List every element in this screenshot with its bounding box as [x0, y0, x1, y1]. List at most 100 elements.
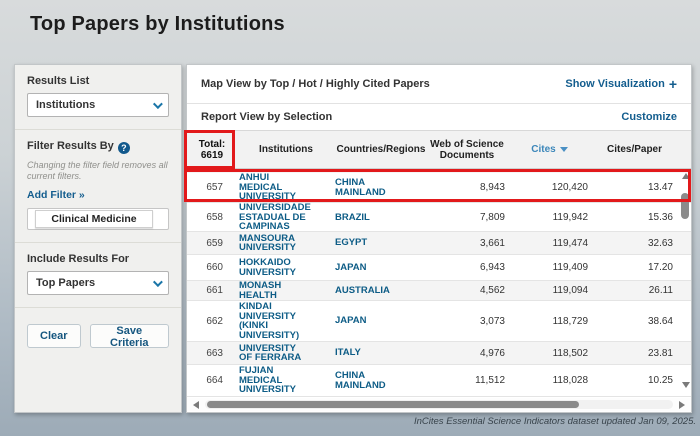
table-row[interactable]: 662 KINDAI UNIVERSITY (KINKI UNIVERSITY)… [187, 301, 691, 342]
results-list-label: Results List [27, 75, 169, 87]
row-rank: 662 [187, 316, 237, 327]
results-list-section: Results List Institutions [15, 65, 181, 130]
customize-link[interactable]: Customize [621, 111, 677, 123]
table-header: Total: 6619 Institutions Countries/Regio… [187, 131, 691, 169]
cites-value: 119,474 [507, 238, 592, 249]
chevron-down-icon [153, 99, 163, 109]
cites-per-paper-value: 17.20 [592, 262, 677, 273]
sidebar: Results List Institutions Filter Results… [14, 64, 182, 413]
column-header-cites-per-paper[interactable]: Cites/Paper [592, 144, 677, 155]
map-view-title: Map View by Top / Hot / Highly Cited Pap… [201, 78, 430, 90]
main-panel: Map View by Top / Hot / Highly Cited Pap… [186, 64, 692, 413]
table-row[interactable]: 658 UNIVERSIDADE ESTADUAL DE CAMPINAS BR… [187, 203, 691, 232]
cites-per-paper-value: 13.47 [592, 182, 677, 193]
plus-icon: + [669, 79, 677, 89]
clear-button[interactable]: Clear [27, 324, 81, 348]
institution-link[interactable]: ANHUI MEDICAL UNIVERSITY [237, 173, 335, 202]
results-list-selected-value: Institutions [36, 99, 95, 111]
scroll-left-icon[interactable] [193, 401, 199, 409]
sort-desc-icon [560, 147, 568, 152]
country-label: CHINA MAINLAND [335, 371, 427, 390]
scroll-up-icon[interactable] [682, 173, 690, 179]
column-header-countries[interactable]: Countries/Regions [335, 144, 427, 155]
include-results-label: Include Results For [27, 253, 169, 265]
clipped-text-remnant [239, 169, 343, 172]
table-row[interactable]: 657 ANHUI MEDICAL UNIVERSITY CHINA MAINL… [187, 173, 691, 203]
wos-documents-value: 7,809 [427, 212, 507, 223]
show-visualization-label: Show Visualization [565, 78, 664, 90]
wos-documents-value: 4,976 [427, 348, 507, 359]
include-results-selected-value: Top Papers [36, 277, 95, 289]
chevron-down-icon [153, 277, 163, 287]
country-label: AUSTRALIA [335, 286, 427, 296]
horizontal-scrollbar-track[interactable] [205, 400, 673, 409]
save-criteria-button[interactable]: Save Criteria [90, 324, 169, 348]
filter-label-text: Filter Results By [27, 140, 114, 152]
total-value: 6619 [187, 150, 237, 161]
active-filter-tag[interactable]: Clinical Medicine [35, 210, 153, 228]
scroll-right-icon[interactable] [679, 401, 685, 409]
vertical-scrollbar-thumb[interactable] [681, 193, 689, 219]
table-body: 657 ANHUI MEDICAL UNIVERSITY CHINA MAINL… [187, 169, 691, 397]
include-results-section: Include Results For Top Papers [15, 243, 181, 308]
country-label: BRAZIL [335, 213, 427, 223]
row-rank: 664 [187, 375, 237, 386]
wos-documents-value: 6,943 [427, 262, 507, 273]
institution-link[interactable]: KINDAI UNIVERSITY (KINKI UNIVERSITY) [237, 302, 335, 340]
wos-documents-value: 8,943 [427, 182, 507, 193]
cites-per-paper-value: 38.64 [592, 316, 677, 327]
app-window: Top Papers by Institutions Results List … [0, 0, 700, 436]
institution-link[interactable]: FUJIAN MEDICAL UNIVERSITY [237, 366, 335, 395]
results-list-dropdown[interactable]: Institutions [27, 93, 169, 117]
institution-link[interactable]: MANSOURA UNIVERSITY [237, 234, 335, 253]
filter-results-by-label: Filter Results By? [27, 140, 169, 154]
clipped-previous-row [187, 169, 691, 173]
add-filter-link[interactable]: Add Filter » [27, 189, 85, 201]
cites-per-paper-value: 10.25 [592, 375, 677, 386]
institution-link[interactable]: UNIVERSIDADE ESTADUAL DE CAMPINAS [237, 203, 335, 232]
cites-per-paper-value: 26.11 [592, 285, 677, 296]
include-results-dropdown[interactable]: Top Papers [27, 271, 169, 295]
institution-link[interactable]: HOKKAIDO UNIVERSITY [237, 258, 335, 277]
scroll-down-icon[interactable] [682, 382, 690, 388]
cites-per-paper-value: 23.81 [592, 348, 677, 359]
cites-value: 119,942 [507, 212, 592, 223]
table-row[interactable]: 660 HOKKAIDO UNIVERSITY JAPAN 6,943 119,… [187, 255, 691, 281]
horizontal-scrollbar[interactable] [187, 398, 691, 411]
show-visualization-link[interactable]: Show Visualization + [565, 78, 677, 90]
row-rank: 659 [187, 238, 237, 249]
row-rank: 663 [187, 348, 237, 359]
table-row[interactable]: 663 UNIVERSITY OF FERRARA ITALY 4,976 11… [187, 342, 691, 365]
dataset-update-note: InCites Essential Science Indicators dat… [414, 416, 696, 427]
help-icon[interactable]: ? [118, 142, 130, 154]
row-rank: 660 [187, 262, 237, 273]
institution-link[interactable]: MONASH HEALTH [237, 281, 335, 300]
wos-documents-value: 11,512 [427, 375, 507, 386]
table-row[interactable]: 659 MANSOURA UNIVERSITY EGYPT 3,661 119,… [187, 232, 691, 255]
cites-value: 120,420 [507, 182, 592, 193]
cites-value: 118,502 [507, 348, 592, 359]
cites-value: 118,028 [507, 375, 592, 386]
wos-documents-value: 3,073 [427, 316, 507, 327]
filter-field[interactable]: Clinical Medicine [27, 208, 169, 230]
table-row[interactable]: 661 MONASH HEALTH AUSTRALIA 4,562 119,09… [187, 281, 691, 301]
cites-value: 119,409 [507, 262, 592, 273]
sidebar-buttons: Clear Save Criteria [15, 308, 181, 364]
table-row[interactable]: 664 FUJIAN MEDICAL UNIVERSITY CHINA MAIN… [187, 365, 691, 397]
column-header-institutions[interactable]: Institutions [237, 144, 335, 155]
cites-header-label: Cites [531, 144, 555, 155]
cites-value: 119,094 [507, 285, 592, 296]
cites-value: 118,729 [507, 316, 592, 327]
row-rank: 661 [187, 285, 237, 296]
horizontal-scrollbar-thumb[interactable] [207, 401, 579, 408]
row-rank: 658 [187, 212, 237, 223]
report-view-title: Report View by Selection [201, 111, 332, 123]
institution-link[interactable]: UNIVERSITY OF FERRARA [237, 344, 335, 363]
country-label: JAPAN [335, 316, 427, 326]
filter-note: Changing the filter field removes all cu… [27, 160, 169, 182]
column-header-wos-documents[interactable]: Web of Science Documents [427, 139, 507, 161]
country-label: EGYPT [335, 238, 427, 248]
row-rank: 657 [187, 182, 237, 193]
country-label: CHINA MAINLAND [335, 178, 427, 197]
column-header-cites[interactable]: Cites [507, 144, 592, 155]
